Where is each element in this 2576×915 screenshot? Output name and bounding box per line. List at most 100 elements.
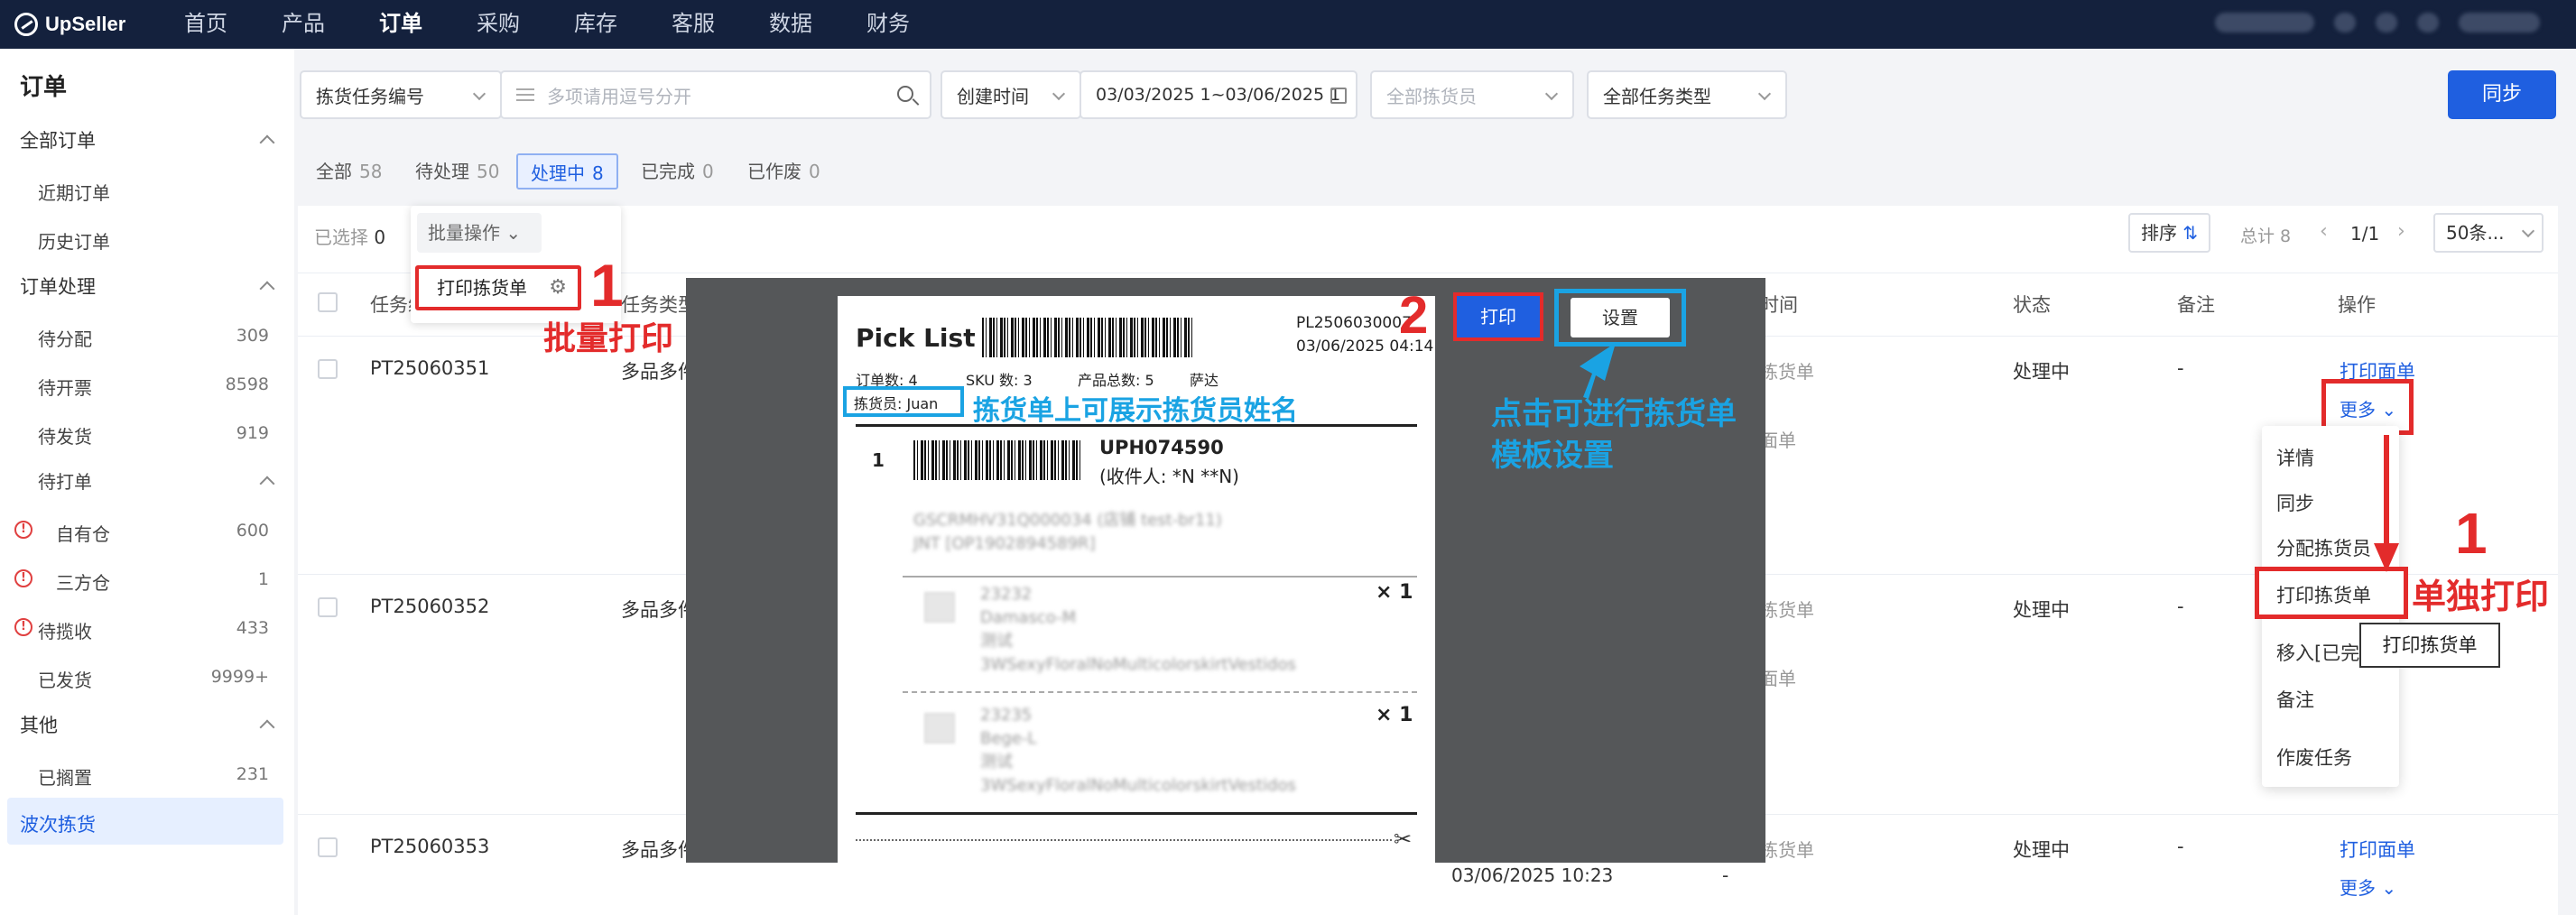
task-id[interactable]: PT25060353 <box>370 836 489 857</box>
menu-item-sync[interactable]: 同步 <box>2276 489 2314 516</box>
next-page-icon[interactable]: › <box>2397 220 2405 243</box>
print-pick-label: 打印拣货单 <box>437 277 527 299</box>
brand-logo[interactable]: UpSeller <box>14 11 125 38</box>
nav-products[interactable]: 产品 <box>282 0 325 49</box>
warehouse-name: 萨达 <box>1190 372 1219 389</box>
count-own-warehouse: 600 <box>236 521 269 541</box>
chevron-down-icon <box>1757 87 1772 101</box>
more-dropdown[interactable]: 更多 ⌄ <box>2340 873 2396 900</box>
pick-list-title: Pick List <box>856 323 976 353</box>
tab-completed[interactable]: 已完成 0 <box>628 153 727 189</box>
blurred-icon[interactable] <box>2334 13 2356 32</box>
row-checkbox[interactable] <box>318 359 338 379</box>
sidebar-item-to-ship[interactable]: 待发货 <box>38 422 92 448</box>
sidebar-item-to-assign[interactable]: 待分配 <box>38 325 92 351</box>
task-type-select[interactable]: 全部任务类型 <box>1587 70 1787 119</box>
row-time-value: - <box>1722 864 1729 886</box>
sku-count: SKU 数: 3 <box>966 372 1033 389</box>
tab-all[interactable]: 全部 58 <box>303 153 394 189</box>
sidebar-group-all-orders[interactable]: 全部订单 <box>20 126 96 153</box>
nav-inventory[interactable]: 库存 <box>574 0 617 49</box>
blurred-user-avatar[interactable] <box>2459 13 2540 32</box>
tab-processing[interactable]: 处理中 8 <box>516 153 618 189</box>
nav-purchase[interactable]: 采购 <box>477 0 520 49</box>
tab-count: 8 <box>592 162 604 184</box>
header-remark: 备注 <box>2177 294 2215 316</box>
barcode-image <box>982 318 1195 357</box>
blurred-icon[interactable] <box>2376 13 2397 32</box>
sync-button[interactable]: 同步 <box>2448 70 2556 119</box>
nav-data[interactable]: 数据 <box>769 0 812 49</box>
setting-annotation: 点击可进行拣货单 模板设置 <box>1491 393 1737 476</box>
sidebar-item-to-invoice[interactable]: 待开票 <box>38 374 92 400</box>
tab-label: 全部 <box>316 161 352 182</box>
sort-button[interactable]: 排序 ⇅ <box>2128 213 2211 253</box>
print-label-link[interactable]: 打印面单 <box>2340 836 2415 863</box>
search-input[interactable]: 多项请用逗号分开 <box>500 70 931 119</box>
task-status: 处理中 <box>2013 839 2070 861</box>
list-icon <box>516 88 534 101</box>
menu-item-assign-picker[interactable]: 分配拣货员 <box>2276 534 2371 561</box>
picker-select[interactable]: 全部拣货员 <box>1370 70 1574 119</box>
nav-customer-service[interactable]: 客服 <box>672 0 715 49</box>
sidebar-group-order-processing[interactable]: 订单处理 <box>20 273 96 300</box>
sidebar-item-recent-orders[interactable]: 近期订单 <box>38 179 110 205</box>
preview-setting-button[interactable]: 设置 <box>1571 298 1670 337</box>
blurred-icon[interactable] <box>2417 13 2439 32</box>
nav-finance[interactable]: 财务 <box>866 0 910 49</box>
sidebar-item-history-orders[interactable]: 历史订单 <box>38 227 110 254</box>
batch-operation-button[interactable]: 批量操作 ⌄ <box>417 213 542 253</box>
count-third-party-warehouse: 1 <box>257 569 269 589</box>
divider <box>903 691 1417 693</box>
selected-count: 已选择 0 <box>314 223 385 249</box>
search-icon[interactable] <box>897 86 920 106</box>
menu-item-print-pick-list-label: 打印拣货单 <box>2276 585 2371 606</box>
row-checkbox[interactable] <box>318 597 338 617</box>
task-id[interactable]: PT25060351 <box>370 357 489 379</box>
task-id[interactable]: PT25060352 <box>370 596 489 617</box>
sidebar-group-other[interactable]: 其他 <box>20 711 58 738</box>
single-print-annotation: 单独打印 <box>2412 577 2550 616</box>
tab-voided[interactable]: 已作废 0 <box>735 153 833 189</box>
count-to-assign: 309 <box>236 326 269 346</box>
menu-item-details[interactable]: 详情 <box>2276 444 2314 471</box>
batch-print-pick-list-item[interactable]: 打印拣货单 ⚙ <box>415 265 581 310</box>
blurred-order-text: JNT [OP1902894589R] <box>913 534 1096 553</box>
date-range-value: 03/03/2025 1~03/06/2025 1 <box>1096 85 1341 105</box>
blurred-order-text: GSCRMHV31Q000034 (店铺 test-br11) <box>913 511 1222 530</box>
selected-label: 已选择 <box>314 226 368 248</box>
menu-item-move-to-completed[interactable]: 移入[已完 <box>2276 639 2359 666</box>
sidebar-item-shipped[interactable]: 已发货 <box>38 666 92 692</box>
tab-label: 已作废 <box>747 161 802 182</box>
picker-placeholder: 全部拣货员 <box>1386 85 1477 107</box>
sidebar-item-on-hold[interactable]: 已搁置 <box>38 763 92 790</box>
item-index: 1 <box>872 449 885 471</box>
page-size-select[interactable]: 50条... <box>2433 213 2544 253</box>
preview-print-button[interactable]: 打印 <box>1453 292 1543 341</box>
nav-orders[interactable]: 订单 <box>379 0 422 49</box>
product-thumbnail <box>924 713 955 744</box>
gear-icon[interactable]: ⚙ <box>549 269 567 307</box>
time-type-select[interactable]: 创建时间 <box>941 70 1081 119</box>
sidebar-item-own-warehouse[interactable]: 自有仓 <box>56 520 110 546</box>
picker-name: 拣货员: Juan <box>854 395 939 412</box>
prev-page-icon[interactable]: ‹ <box>2320 220 2328 243</box>
menu-item-void-task[interactable]: 作废任务 <box>2276 744 2352 771</box>
item-qty: × 1 <box>1376 581 1413 604</box>
blurred-account-info[interactable] <box>2215 13 2314 32</box>
sidebar-item-to-collect[interactable]: 待揽收 <box>38 617 92 643</box>
search-type-select[interactable]: 拣货任务编号 <box>300 70 502 119</box>
sidebar-group-to-print[interactable]: 待打单 <box>38 467 92 494</box>
tab-pending[interactable]: 待处理 50 <box>403 153 512 189</box>
product-thumbnail <box>924 592 955 623</box>
date-range-picker[interactable]: 03/03/2025 1~03/06/2025 1 <box>1080 70 1357 119</box>
sidebar-item-wave-picking[interactable]: 波次拣货 <box>20 810 96 837</box>
row-checkbox[interactable] <box>318 837 338 857</box>
pick-list-number: PL2506030007 <box>1296 314 1412 332</box>
sidebar-item-third-party-warehouse[interactable]: 三方仓 <box>56 568 110 595</box>
menu-item-remark[interactable]: 备注 <box>2276 686 2314 713</box>
divider <box>903 576 1417 578</box>
count-to-ship: 919 <box>236 423 269 443</box>
select-all-checkbox[interactable] <box>318 292 338 312</box>
nav-home[interactable]: 首页 <box>184 0 227 49</box>
